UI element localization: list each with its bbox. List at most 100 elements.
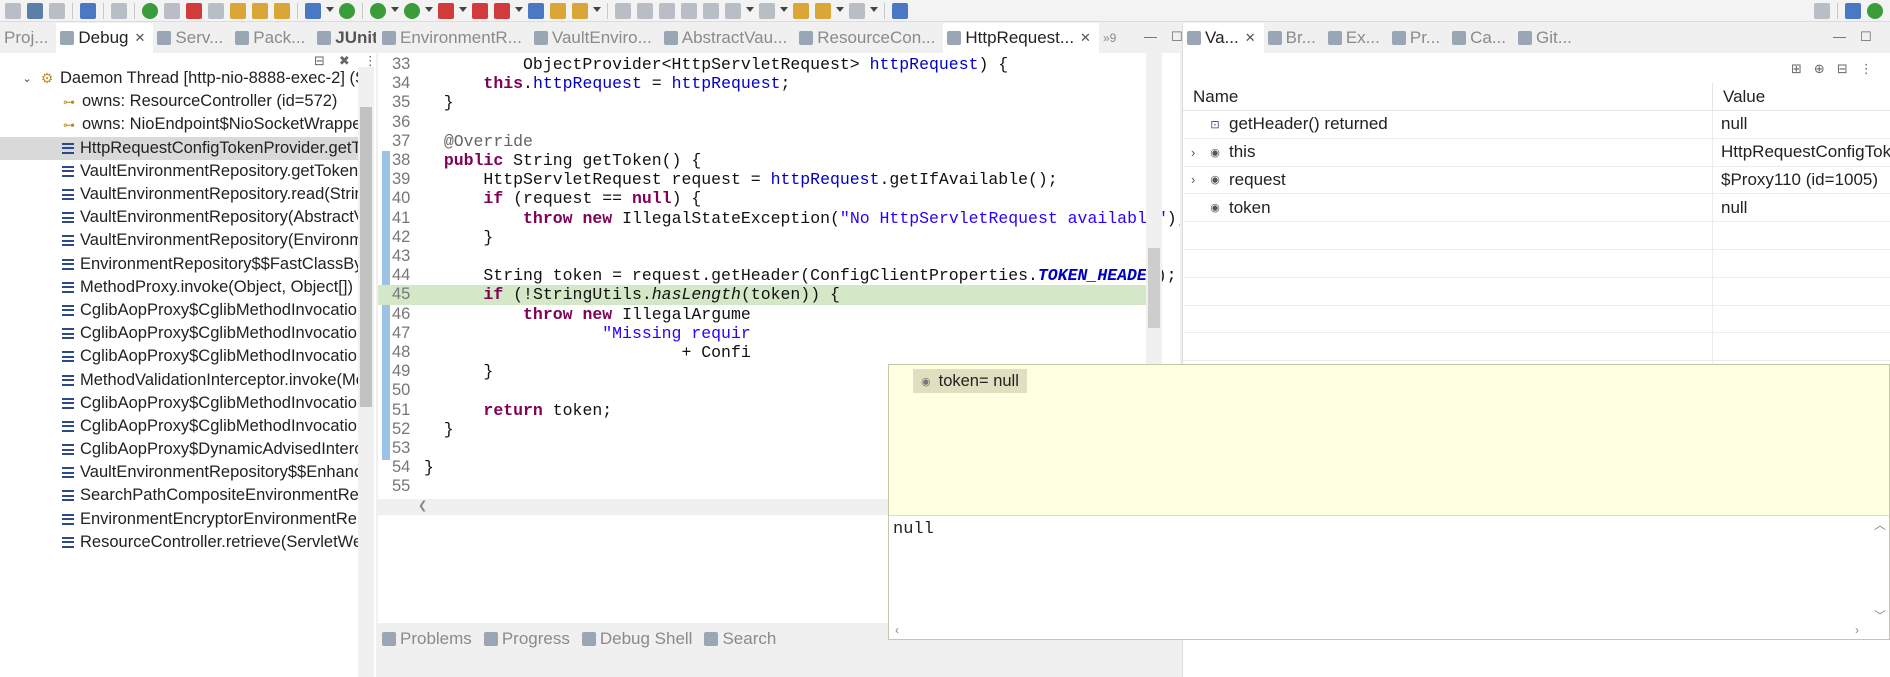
minimize-icon[interactable]: — <box>1144 29 1157 45</box>
stack-frame-row[interactable]: CglibAopProxy$CglibMethodInvocation.proc… <box>0 415 358 438</box>
chevron-down-icon[interactable] <box>780 6 788 15</box>
stack-frame-row[interactable]: EnvironmentEncryptorEnvironmentRepositor… <box>0 508 358 531</box>
tab-vaultenvironmentrepository-java[interactable]: VaultEnviro... <box>530 23 660 53</box>
debug-perspective-icon[interactable] <box>1867 3 1883 19</box>
search-icon[interactable] <box>1814 3 1830 19</box>
chevron-down-icon[interactable] <box>515 6 523 15</box>
external-tools-icon[interactable] <box>494 2 510 19</box>
stack-frame-row[interactable]: CglibAopProxy$CglibMethodInvocation(Refl… <box>0 322 358 345</box>
chevron-down-icon[interactable]: ﹀ <box>1871 607 1889 624</box>
hover-detail-scrollbar[interactable]: ︿ ﹀ <box>1871 516 1889 624</box>
open-type-icon[interactable] <box>528 2 544 19</box>
prev-annotation-icon[interactable] <box>759 2 775 19</box>
stack-frame-row[interactable]: ⊶ owns: ResourceController (id=572) <box>0 90 358 113</box>
chevron-down-icon[interactable] <box>425 6 433 15</box>
stack-frame-row[interactable]: CglibAopProxy$CglibMethodInvocation(Refl… <box>0 392 358 415</box>
chevron-down-icon[interactable] <box>391 6 399 15</box>
show-type-names-icon[interactable]: ⊞ <box>1791 61 1802 77</box>
chevron-down-icon[interactable] <box>746 6 754 15</box>
annotation-icon[interactable] <box>615 2 631 19</box>
variable-row[interactable]: ›◉ this HttpRequestConfigTokenProvider (id… <box>1183 138 1890 167</box>
code-line[interactable]: 38 public String getToken() { <box>378 151 1148 170</box>
code-line[interactable]: 36 <box>378 113 1148 132</box>
terminate-icon[interactable] <box>186 2 202 19</box>
tab-project-explorer[interactable]: Proj... <box>0 23 56 53</box>
chevron-down-icon[interactable] <box>870 6 878 15</box>
hover-variable-item[interactable]: ◉ token= null <box>913 369 1027 393</box>
variable-row[interactable]: ⊡ getHeader() returned null <box>1183 111 1890 139</box>
stop-icon[interactable] <box>472 2 488 19</box>
stack-frame-row[interactable]: MethodProxy.invoke(Object, Object[]) lin… <box>0 276 358 299</box>
chevron-left-icon[interactable]: ❮ <box>418 500 427 512</box>
annotation-icon[interactable] <box>637 2 653 19</box>
chevron-down-icon[interactable] <box>836 6 844 15</box>
variable-row[interactable]: › ◉ request $Proxy110 (id=1005) <box>1183 166 1890 195</box>
tab-progress[interactable]: Progress <box>480 624 578 654</box>
step-over-icon[interactable] <box>252 2 268 19</box>
show-logical-structure-icon[interactable]: ⊕ <box>1814 61 1825 77</box>
resume-icon[interactable] <box>142 2 158 19</box>
last-edit-icon[interactable] <box>793 2 809 19</box>
step-into-icon[interactable] <box>230 2 246 19</box>
save-all-icon[interactable] <box>49 2 65 19</box>
code-line[interactable]: 41 throw new IllegalStateException("No H… <box>378 209 1180 228</box>
tab-problems[interactable]: Problems <box>378 624 480 654</box>
chevron-up-icon[interactable]: ︿ <box>1871 516 1889 533</box>
stack-frame-row[interactable]: VaultEnvironmentRepository$$EnhancerBySp… <box>0 461 358 484</box>
code-line[interactable]: 43 <box>378 247 1148 266</box>
tab-httprequestconfigtokenprovider-java[interactable]: HttpRequest... ✕ <box>943 23 1099 53</box>
view-menu-icon[interactable]: ⋮ <box>1860 61 1873 77</box>
chevron-right-icon[interactable]: › <box>1191 145 1209 160</box>
coverage-icon[interactable] <box>438 2 454 19</box>
tab-resourcecontroller-java[interactable]: ResourceCon... <box>795 23 943 53</box>
tab-debug-shell[interactable]: Debug Shell <box>578 624 701 654</box>
stack-frame-row[interactable]: SearchPathCompositeEnvironmentRepository <box>0 484 358 507</box>
code-line[interactable]: 39 HttpServletRequest request = httpRequ… <box>378 170 1148 189</box>
tab-debug[interactable]: Debug ✕ <box>56 23 154 53</box>
code-line[interactable]: 37 @Override <box>378 132 1148 151</box>
code-line[interactable]: 44 String token = request.getHeader(Conf… <box>378 266 1177 285</box>
tab-servers[interactable]: Serv... <box>153 23 231 53</box>
column-value[interactable]: Value <box>1713 83 1890 110</box>
chevron-left-icon[interactable]: ‹ <box>895 623 899 639</box>
scrollbar-thumb[interactable] <box>360 107 372 407</box>
tab-expressions[interactable]: Ex... <box>1324 23 1388 53</box>
suspend-icon[interactable] <box>164 2 180 19</box>
stack-frame-row[interactable]: ⊶ owns: NioEndpoint$NioSocketWrapper (id=… <box>0 113 358 136</box>
disconnect-icon[interactable] <box>208 2 224 19</box>
forward-icon[interactable] <box>849 2 865 19</box>
next-annotation-icon[interactable] <box>725 2 741 19</box>
stack-frame-row[interactable]: VaultEnvironmentRepository.getToken() li… <box>0 160 358 183</box>
skip-breakpoints-icon[interactable] <box>111 2 127 19</box>
stack-frame-row[interactable]: VaultEnvironmentRepository(AbstractVault… <box>0 206 358 229</box>
debug-icon[interactable] <box>370 2 386 19</box>
code-line[interactable]: 33 ObjectProvider<HttpServletRequest> ht… <box>378 55 1148 74</box>
close-icon[interactable]: ✕ <box>1080 30 1091 46</box>
hover-detail-hscrollbar[interactable]: ‹ › <box>889 623 1871 639</box>
variable-hover-popup[interactable]: ◉ token= null null ︿ ﹀ ‹ › <box>888 364 1890 640</box>
spring-boot-icon[interactable] <box>339 2 355 19</box>
new-class-icon[interactable] <box>305 2 321 19</box>
tab-search[interactable]: Search <box>700 624 784 654</box>
search-icon[interactable] <box>572 2 588 19</box>
thread-row[interactable]: ⌄ ⚙ Daemon Thread [http-nio-8888-exec-2]… <box>0 67 358 90</box>
new-icon[interactable] <box>5 2 21 19</box>
save-icon[interactable] <box>27 2 43 19</box>
stack-frame-row[interactable]: ResourceController.retrieve(ServletWebRe… <box>0 531 358 554</box>
chevron-right-icon[interactable]: › <box>1855 623 1859 639</box>
java-perspective-icon[interactable] <box>1845 3 1861 19</box>
run-icon[interactable] <box>404 2 420 19</box>
tab-call-hierarchy[interactable]: Ca... <box>1448 23 1514 53</box>
annotation-icon[interactable] <box>681 2 697 19</box>
code-line[interactable]: 40 if (request == null) { <box>378 189 1148 208</box>
stack-frame-row[interactable]: VaultEnvironmentRepository(EnvironmentRe… <box>0 229 358 252</box>
maximize-icon[interactable]: ☐ <box>1171 29 1183 45</box>
variable-row[interactable]: ◉ token null <box>1183 194 1890 223</box>
back-icon[interactable] <box>815 2 831 19</box>
chevron-right-icon[interactable]: › <box>1191 172 1209 187</box>
maximize-icon[interactable]: ☐ <box>1860 29 1872 45</box>
collapse-all-icon[interactable]: ⊟ <box>1837 61 1848 77</box>
scrollbar-thumb[interactable] <box>1148 248 1160 328</box>
chevron-down-icon[interactable]: ⌄ <box>20 72 34 85</box>
hover-detail-pane[interactable]: null ︿ ﹀ ‹ › <box>889 515 1889 639</box>
